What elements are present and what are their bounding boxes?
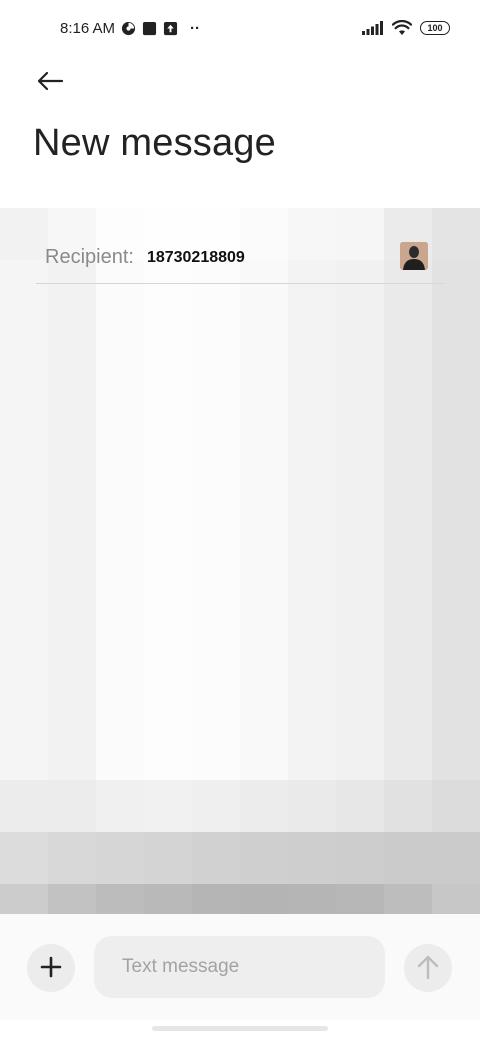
contact-avatar-icon[interactable]: [400, 242, 428, 270]
recipient-input[interactable]: [146, 248, 347, 267]
backdrop-tile: [288, 260, 336, 780]
backdrop-tile: [144, 260, 192, 780]
backdrop-tile: [336, 260, 384, 780]
page-title: New message: [33, 122, 276, 164]
backdrop-tile: [336, 832, 384, 884]
send-button[interactable]: [404, 944, 452, 992]
status-left: 8:16 AM ··: [60, 20, 200, 37]
recipient-row: Recipient:: [36, 232, 444, 284]
backdrop-tile: [432, 832, 480, 884]
backdrop-tile: [384, 780, 432, 832]
backdrop-tile: [336, 884, 384, 914]
recipient-label: Recipient:: [45, 246, 134, 268]
upload-notification-icon: [163, 21, 178, 36]
status-bar: 8:16 AM ·· 100: [0, 0, 480, 56]
backdrop-tile: [384, 884, 432, 914]
backdrop-tile: [288, 884, 336, 914]
backdrop-tile: [96, 260, 144, 780]
signal-icon: [362, 21, 384, 35]
status-time: 8:16 AM: [60, 19, 116, 37]
backdrop-tile: [192, 260, 240, 780]
backdrop-tile: [288, 780, 336, 832]
battery-icon: 100: [420, 21, 450, 35]
backdrop-tile: [144, 832, 192, 884]
backdrop-tile: [48, 780, 96, 832]
backdrop-tile: [192, 884, 240, 914]
backdrop-tile: [48, 260, 96, 780]
data-saver-icon: [121, 21, 136, 36]
text-message-input[interactable]: [94, 936, 385, 998]
back-arrow-icon: [36, 71, 64, 94]
conversation-area: [0, 208, 480, 914]
backdrop-tile: [96, 832, 144, 884]
backdrop-tile: [192, 780, 240, 832]
backdrop-tile: [0, 260, 48, 780]
backdrop-tile: [0, 884, 48, 914]
backdrop-tile: [240, 780, 288, 832]
backdrop-tile: [144, 780, 192, 832]
compose-bar: [0, 914, 480, 1020]
backdrop-tile: [288, 832, 336, 884]
backdrop-tile: [432, 884, 480, 914]
backdrop-tile: [384, 260, 432, 780]
navigation-handle[interactable]: [152, 1026, 328, 1031]
backdrop-tile: [96, 884, 144, 914]
backdrop-tile: [192, 832, 240, 884]
status-right: 100: [362, 20, 450, 36]
square-notification-icon: [142, 21, 157, 36]
status-dots: ··: [190, 19, 201, 37]
wifi-icon: [392, 20, 412, 36]
backdrop-tile: [0, 780, 48, 832]
back-button[interactable]: [30, 62, 70, 102]
backdrop-tile: [240, 832, 288, 884]
backdrop-tile: [48, 832, 96, 884]
plus-icon: [40, 956, 62, 981]
send-arrow-icon: [416, 954, 440, 983]
backdrop-tile: [0, 832, 48, 884]
backdrop-tile: [240, 260, 288, 780]
backdrop-tile: [432, 260, 480, 780]
backdrop-tile: [240, 884, 288, 914]
backdrop-tile: [432, 780, 480, 832]
backdrop-tile: [96, 780, 144, 832]
backdrop-tile: [48, 884, 96, 914]
backdrop-tile: [144, 884, 192, 914]
add-attachment-button[interactable]: [27, 944, 75, 992]
backdrop-tile: [384, 832, 432, 884]
backdrop-tile: [336, 780, 384, 832]
